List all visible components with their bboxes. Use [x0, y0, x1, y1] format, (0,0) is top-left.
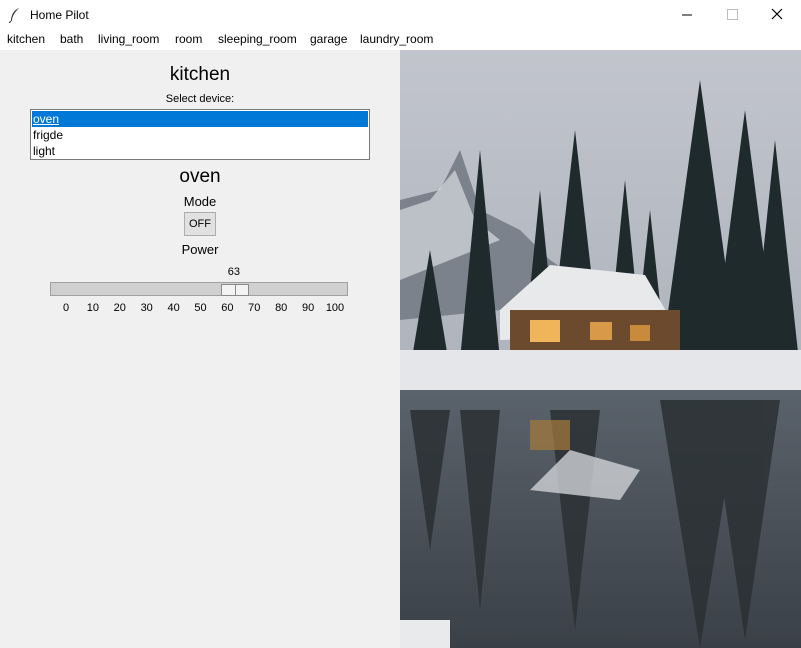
- menu-item-garage[interactable]: garage: [310, 32, 347, 46]
- close-icon: [771, 8, 783, 20]
- device-title: oven: [179, 166, 221, 187]
- power-slider-handle[interactable]: [220, 284, 249, 296]
- close-button[interactable]: [755, 0, 801, 30]
- title-bar: Home Pilot: [0, 0, 801, 30]
- cabin-photo: [400, 50, 801, 648]
- mode-toggle-button[interactable]: OFF: [184, 212, 216, 236]
- menu-item-kitchen[interactable]: kitchen: [7, 32, 45, 46]
- device-option-oven[interactable]: oven: [32, 111, 368, 127]
- power-label: Power: [181, 242, 219, 257]
- menu-item-bath[interactable]: bath: [60, 32, 83, 46]
- window-title: Home Pilot: [30, 8, 89, 22]
- menu-item-laundry-room[interactable]: laundry_room: [360, 32, 433, 46]
- device-listbox[interactable]: oven frigde light: [30, 109, 370, 160]
- maximize-icon: [727, 9, 738, 20]
- device-option-frigde[interactable]: frigde: [32, 127, 368, 143]
- minimize-icon: [682, 14, 692, 16]
- power-value: 63: [227, 266, 240, 278]
- menu-item-sleeping-room[interactable]: sleeping_room: [218, 32, 297, 46]
- maximize-button[interactable]: [709, 0, 755, 30]
- power-tick-label: 30: [140, 302, 153, 314]
- power-tick-label: 20: [113, 302, 126, 314]
- power-tick-label: 80: [275, 302, 288, 314]
- menu-item-room[interactable]: room: [175, 32, 202, 46]
- power-tick-label: 50: [194, 302, 207, 314]
- power-tick-label: 70: [248, 302, 261, 314]
- power-tick-label: 10: [86, 302, 100, 314]
- power-tick-label: 0: [62, 302, 70, 314]
- power-slider[interactable]: [50, 282, 348, 296]
- menu-item-living-room[interactable]: living_room: [98, 32, 159, 46]
- power-tick-label: 100: [325, 302, 345, 314]
- room-title: kitchen: [169, 64, 231, 85]
- device-option-light[interactable]: light: [32, 143, 368, 159]
- select-device-label: Select device:: [165, 93, 235, 105]
- menu-bar: kitchen bath living_room room sleeping_r…: [0, 30, 801, 51]
- control-panel: kitchen Select device: oven frigde light…: [0, 50, 400, 648]
- power-tick-label: 90: [301, 302, 315, 314]
- power-tick-label: 40: [167, 302, 180, 314]
- power-tick-label: 60: [221, 302, 234, 314]
- feather-icon: [8, 8, 19, 23]
- minimize-button[interactable]: [664, 0, 710, 30]
- mode-label: Mode: [183, 194, 217, 209]
